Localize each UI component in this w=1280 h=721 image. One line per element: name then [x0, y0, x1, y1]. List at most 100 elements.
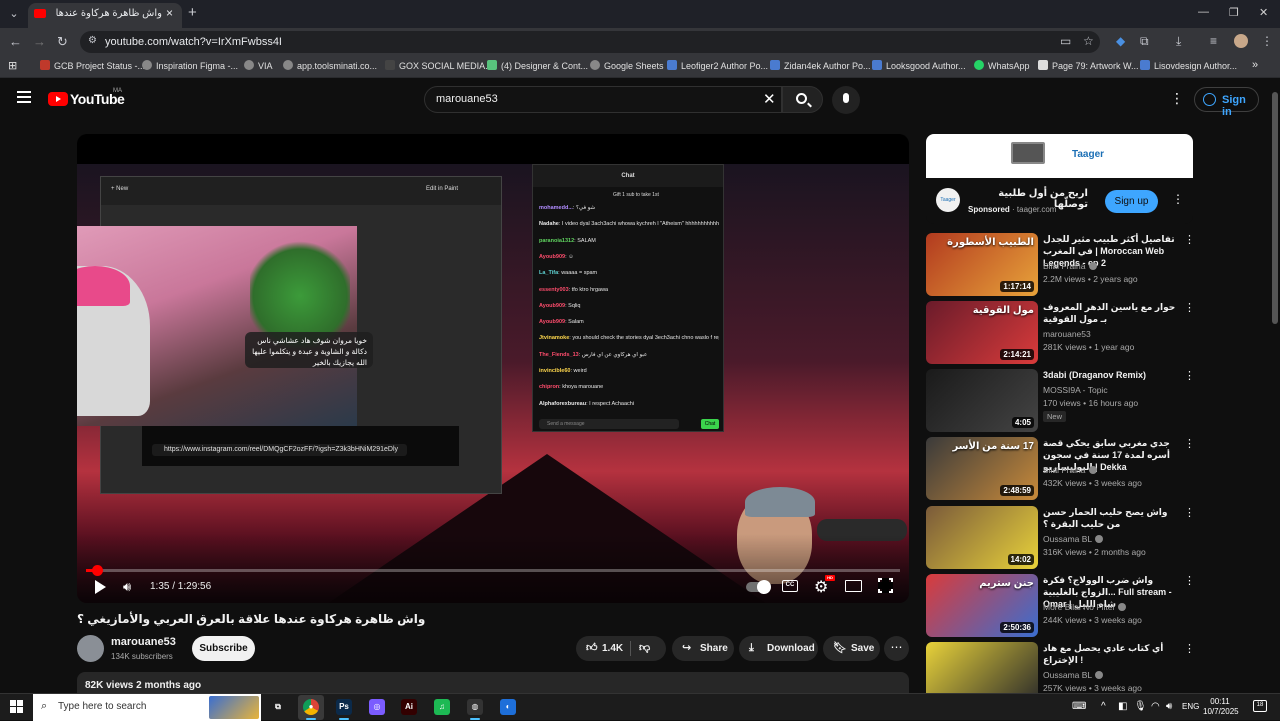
notifications-icon[interactable]: 18	[1253, 700, 1267, 712]
windows-start-icon[interactable]	[10, 700, 24, 714]
youtube-logo-icon[interactable]	[48, 92, 68, 106]
recommendation-item[interactable]: جنن ستريم 2:50:36 واش ضرب الوولاج؟ فكرة ال…	[926, 574, 1196, 638]
taskbar-photoshop-icon[interactable]: Ps	[336, 699, 352, 715]
window-close-icon[interactable]: ✕	[1259, 6, 1268, 19]
recommendation-item[interactable]: 17 سنة من الأسر 2:48:59 جدي مغربي سابق يحك…	[926, 437, 1196, 501]
recommendation-item[interactable]: 14:02 واش يصح حليب الحمار حسن من حليب الب…	[926, 506, 1196, 570]
fullscreen-icon[interactable]	[878, 578, 893, 593]
taskbar-task-view-icon[interactable]: ⧉	[270, 699, 286, 715]
sign-in-button[interactable]: Sign in	[1194, 87, 1259, 118]
play-icon[interactable]	[95, 580, 106, 594]
ad-logo[interactable]: Taager	[936, 188, 960, 212]
progress-bar[interactable]	[86, 569, 900, 572]
taskbar-clock[interactable]: 00:11 10/7/2025	[1203, 697, 1239, 717]
video-thumbnail[interactable]: الطبيب الأسطورة 1:17:14	[926, 233, 1038, 296]
dislike-icon[interactable]: 👎︎	[639, 636, 650, 661]
taskbar-app-dark-icon[interactable]: ◍	[467, 699, 483, 715]
recommendation-channel[interactable]: More Bilal No Filter	[1043, 602, 1127, 612]
menu-hamburger-icon[interactable]	[17, 91, 31, 103]
back-icon[interactable]: ←	[9, 34, 22, 49]
recommendation-item[interactable]: 4:05 3dabi (Draganov Remix) MOSSI9A - Topi…	[926, 369, 1196, 433]
reading-list-icon[interactable]: ≡	[1210, 34, 1217, 48]
wifi-icon[interactable]: ◠	[1151, 701, 1160, 712]
search-button[interactable]	[782, 86, 823, 113]
scrollbar-thumb[interactable]	[1272, 92, 1278, 324]
recommendation-item[interactable]: مول القوقية 2:14:21 حوار مع ياسين الدهر ال…	[926, 301, 1196, 365]
site-info-icon[interactable]: ⚙	[88, 35, 97, 46]
bookmarks-overflow-icon[interactable]: »	[1252, 59, 1258, 71]
download-icon[interactable]: ⤓	[1176, 34, 1181, 49]
bookmark-item[interactable]: Lisovdesign Author...	[1140, 60, 1237, 71]
recommendation-channel[interactable]: marouane53	[1043, 329, 1091, 339]
bookmark-item[interactable]: Looksgood Author...	[872, 60, 966, 71]
recommendation-item[interactable]: الطبيب الأسطورة 1:17:14 تفاصيل أكثر طبيب م…	[926, 233, 1196, 297]
autoplay-toggle[interactable]	[746, 580, 771, 594]
subscribe-button[interactable]: Subscribe	[192, 636, 255, 661]
recommendation-more-icon[interactable]: ⋮	[1184, 301, 1195, 314]
bookmark-item[interactable]: app.toolsminati.co...	[283, 60, 377, 71]
progress-scrubber[interactable]	[92, 565, 103, 576]
sponsored-ad-card[interactable]: Taager Taager اربح من أول طلبية توصلّها …	[926, 134, 1193, 224]
search-input[interactable]: marouane53 ✕	[424, 86, 782, 113]
minimize-icon[interactable]: —	[1198, 6, 1209, 18]
taskbar-search-box[interactable]: ⌕ Type here to search	[33, 694, 261, 721]
bookmark-item[interactable]: VIA	[244, 60, 273, 71]
video-thumbnail[interactable]: مول القوقية 2:14:21	[926, 301, 1038, 364]
bookmark-item[interactable]: WhatsApp	[974, 60, 1030, 71]
recommendation-channel[interactable]: Oussama BL	[1043, 534, 1104, 544]
voice-search-button[interactable]	[832, 86, 860, 114]
channel-avatar[interactable]	[77, 635, 104, 662]
volume-icon[interactable]: 🔊︎	[123, 579, 131, 595]
clear-search-icon[interactable]: ✕	[763, 90, 776, 108]
settings-more-icon[interactable]: ⋮	[1170, 90, 1184, 107]
tab-close-icon[interactable]: ×	[166, 6, 173, 20]
recommendation-channel[interactable]: Bilal Fraiha	[1043, 465, 1097, 475]
apps-grid-icon[interactable]: ⊞	[8, 59, 17, 72]
recommendation-title[interactable]: 3dabi (Draganov Remix)	[1043, 369, 1178, 381]
bookmark-item[interactable]: Inspiration Figma -...	[142, 60, 238, 71]
new-tab-icon[interactable]: +	[188, 4, 197, 21]
extensions-puzzle-icon[interactable]: ⧉	[1140, 34, 1149, 49]
recommendation-channel[interactable]: Oussama BL	[1043, 670, 1104, 680]
recommendation-more-icon[interactable]: ⋮	[1184, 369, 1195, 382]
recommendation-title[interactable]: أي كتاب عادي يحصل مع هاد الإختراع !	[1043, 642, 1178, 666]
ad-banner-image[interactable]: Taager	[926, 134, 1193, 178]
tab-search-icon[interactable]: ⌄	[4, 4, 24, 24]
captions-button[interactable]: CC	[782, 580, 798, 592]
share-button[interactable]: ↪ Share	[672, 636, 734, 661]
video-player[interactable]: + New Edit in Paint Chat Gift 1 sub to t…	[77, 134, 909, 603]
bookmark-item[interactable]: Google Sheets	[590, 60, 664, 71]
taskbar-spotify-icon[interactable]: ♫	[434, 699, 450, 715]
keyboard-icon[interactable]: ⌨	[1072, 701, 1086, 712]
more-actions-icon[interactable]: ⋯	[884, 636, 909, 661]
channel-name[interactable]: marouane53	[111, 636, 176, 648]
recommendation-more-icon[interactable]: ⋮	[1184, 574, 1195, 587]
recommendation-title[interactable]: واش يصح حليب الحمار حسن من حليب البقرة ؟	[1043, 506, 1178, 530]
bookmark-item[interactable]: Leofiger2 Author Po...	[667, 60, 768, 71]
bookmark-item[interactable]: Zidan4ek Author Po...	[770, 60, 871, 71]
recommendation-more-icon[interactable]: ⋮	[1184, 642, 1195, 655]
recommendation-channel[interactable]: MOSSI9A - Topic	[1043, 385, 1108, 395]
theater-mode-icon[interactable]	[845, 580, 862, 592]
restore-icon[interactable]: ❐	[1229, 6, 1239, 19]
video-thumbnail[interactable]: 14:02	[926, 506, 1038, 569]
video-thumbnail[interactable]: 4:05	[926, 369, 1038, 432]
language-indicator[interactable]: ENG	[1182, 702, 1199, 711]
video-thumbnail[interactable]: جنن ستريم 2:50:36	[926, 574, 1038, 637]
recommendation-title[interactable]: حوار مع ياسين الدهر المعروف بـ مول القوق…	[1043, 301, 1178, 325]
bookmark-item[interactable]: (4) Designer & Cont...	[487, 60, 588, 71]
bookmark-item[interactable]: Page 79: Artwork W...	[1038, 60, 1139, 71]
recommendation-more-icon[interactable]: ⋮	[1184, 233, 1195, 246]
video-thumbnail[interactable]: 17 سنة من الأسر 2:48:59	[926, 437, 1038, 500]
omnibox[interactable]: ⚙ youtube.com/watch?v=IrXmFwbss4I	[80, 31, 1100, 53]
recommendation-more-icon[interactable]: ⋮	[1184, 506, 1195, 519]
ad-more-icon[interactable]: ⋮	[1172, 192, 1184, 206]
chrome-menu-icon[interactable]: ⋮	[1261, 34, 1273, 48]
extension-icon[interactable]: ◆	[1116, 34, 1125, 48]
reload-icon[interactable]: ↻	[57, 34, 68, 50]
cast-icon[interactable]: ▭	[1060, 34, 1071, 48]
save-button[interactable]: 🔖︎ Save	[823, 636, 880, 661]
like-count[interactable]: 1.4K	[602, 636, 623, 661]
download-button[interactable]: ⤓ Download	[739, 636, 818, 661]
tray-app-icon[interactable]: ◧	[1118, 701, 1127, 712]
